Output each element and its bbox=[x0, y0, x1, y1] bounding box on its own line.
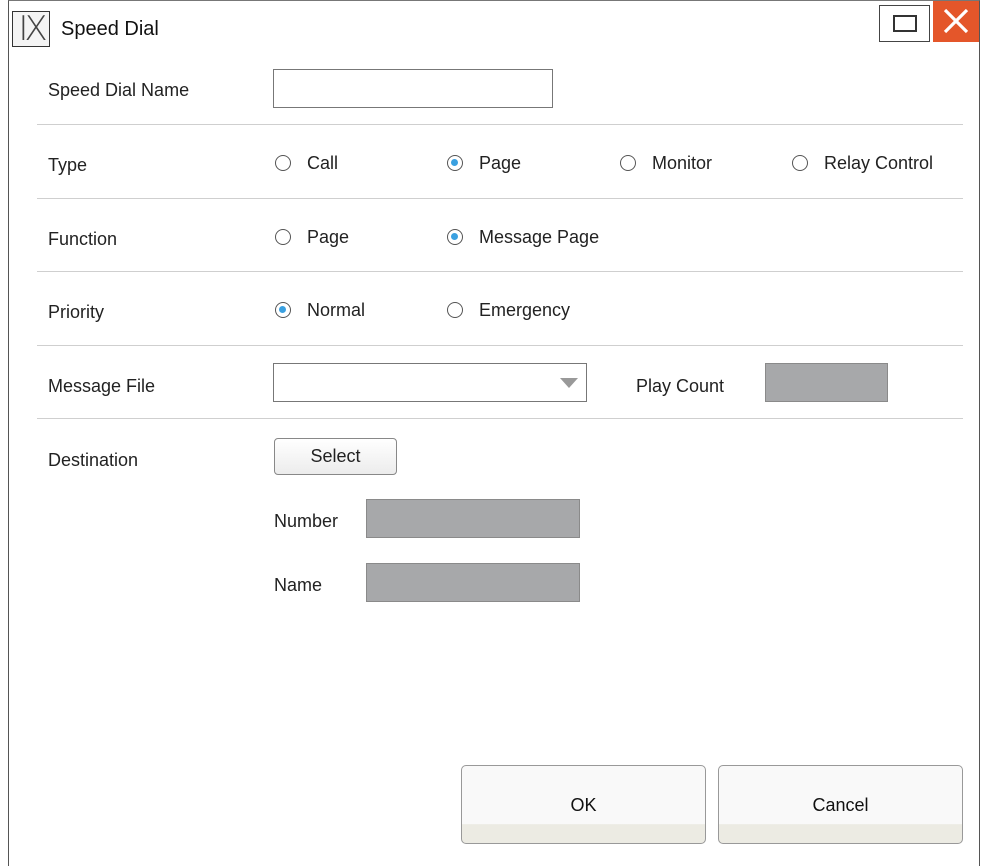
ok-button[interactable]: OK bbox=[461, 765, 706, 844]
separator bbox=[37, 345, 963, 346]
radio-button[interactable] bbox=[275, 229, 291, 245]
close-button[interactable] bbox=[933, 1, 979, 42]
priority-label: Priority bbox=[48, 302, 105, 322]
destination-label: Destination bbox=[48, 450, 139, 470]
window-title: Speed Dial bbox=[61, 18, 159, 40]
function-option-label: Message Page bbox=[479, 227, 600, 247]
speed-dial-dialog: IX Speed Dial Speed Dial Name Type Call … bbox=[8, 0, 980, 866]
message-file-label: Message File bbox=[48, 376, 156, 396]
maximize-button[interactable] bbox=[879, 5, 930, 42]
radio-button-selected[interactable] bbox=[275, 302, 291, 318]
speed-dial-name-label: Speed Dial Name bbox=[48, 80, 190, 100]
chevron-down-icon[interactable] bbox=[560, 378, 578, 388]
name-label: Name bbox=[274, 575, 323, 595]
type-option-label: Relay Control bbox=[824, 153, 934, 173]
separator bbox=[37, 271, 963, 272]
name-field bbox=[366, 563, 580, 602]
radio-button[interactable] bbox=[792, 155, 808, 171]
play-count-field bbox=[765, 363, 888, 402]
type-label: Type bbox=[48, 155, 88, 175]
radio-button-selected[interactable] bbox=[447, 229, 463, 245]
type-option-label: Call bbox=[307, 153, 339, 173]
radio-button-selected[interactable] bbox=[447, 155, 463, 171]
app-logo-icon: IX bbox=[12, 11, 50, 47]
title-bar: IX Speed Dial bbox=[9, 1, 979, 57]
select-button[interactable]: Select bbox=[274, 438, 397, 475]
type-option-label: Monitor bbox=[652, 153, 713, 173]
radio-button[interactable] bbox=[275, 155, 291, 171]
maximize-icon bbox=[893, 15, 917, 32]
radio-button[interactable] bbox=[447, 302, 463, 318]
number-label: Number bbox=[274, 511, 339, 531]
number-field bbox=[366, 499, 580, 538]
close-icon bbox=[943, 8, 969, 34]
separator bbox=[37, 418, 963, 419]
message-file-dropdown[interactable] bbox=[273, 363, 587, 402]
separator bbox=[37, 124, 963, 125]
function-option-label: Page bbox=[307, 227, 350, 247]
cancel-button[interactable]: Cancel bbox=[718, 765, 963, 844]
speed-dial-name-input[interactable] bbox=[273, 69, 553, 108]
play-count-label: Play Count bbox=[636, 376, 725, 396]
separator bbox=[37, 198, 963, 199]
type-option-label: Page bbox=[479, 153, 522, 173]
priority-option-label: Normal bbox=[307, 300, 366, 320]
priority-option-label: Emergency bbox=[479, 300, 571, 320]
function-label: Function bbox=[48, 229, 118, 249]
radio-button[interactable] bbox=[620, 155, 636, 171]
